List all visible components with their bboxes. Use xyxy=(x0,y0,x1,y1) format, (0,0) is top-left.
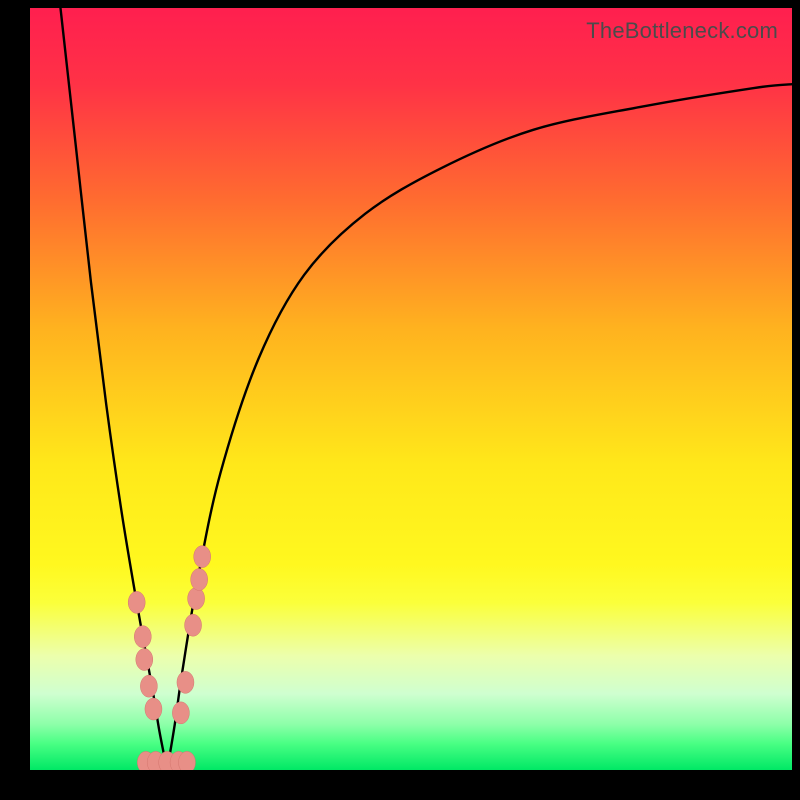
data-marker xyxy=(178,751,195,770)
data-marker xyxy=(172,702,189,724)
data-marker xyxy=(134,626,151,648)
data-marker xyxy=(188,588,205,610)
data-marker xyxy=(185,614,202,636)
data-marker xyxy=(128,591,145,613)
data-marker xyxy=(140,675,157,697)
data-marker xyxy=(194,546,211,568)
data-marker xyxy=(177,671,194,693)
chart-svg xyxy=(30,8,792,770)
chart-frame: TheBottleneck.com xyxy=(0,0,800,800)
data-marker xyxy=(145,698,162,720)
data-marker xyxy=(136,649,153,671)
chart-plot: TheBottleneck.com xyxy=(30,8,792,770)
data-marker xyxy=(191,569,208,591)
